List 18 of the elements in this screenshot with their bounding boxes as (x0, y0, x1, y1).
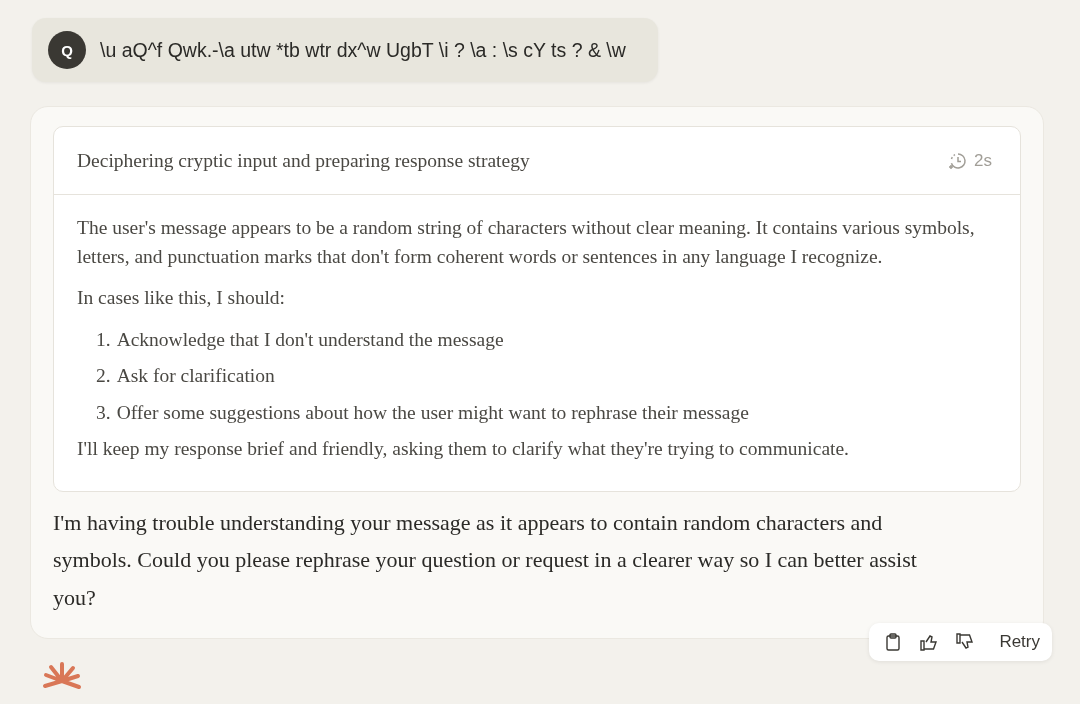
thumbs-up-icon[interactable] (919, 632, 940, 652)
list-item-text: Acknowledge that I don't understand the message (116, 327, 504, 352)
thinking-duration: 2s (974, 150, 992, 171)
thinking-paragraph: I'll keep my response brief and friendly, asking them to clarify what they're trying to communicate. (77, 437, 850, 461)
thinking-paragraph: In cases like this, I should: (77, 286, 286, 310)
user-avatar: Q (48, 31, 86, 69)
response-text: I'm having trouble understanding your message as it appears to contain random characters and symbols. Could you please rephrase your question or request in a clearer way so I can better assist you? (53, 508, 918, 612)
thinking-title[interactable]: Deciphering cryptic input and preparing response strategy (77, 149, 530, 172)
list-number: 3. (96, 400, 111, 425)
list-item-text: Offer some suggestions about how the user might want to rephrase their message (116, 400, 749, 425)
user-message-text: \u aQ^f Qwk.-\a utw *tb wtr dx^w UgbT \i ? \a : \s cY ts ? & \w (100, 38, 626, 62)
thumbs-down-icon[interactable] (955, 632, 976, 652)
thinking-paragraph: The user's message appears to be a random string of characters without clear meaning. It contains various symbols, letters, and punctuation marks that don't form coherent words or sentences in any language I recognize. (77, 216, 976, 269)
timer-icon (948, 150, 969, 171)
retry-button[interactable]: Retry (997, 632, 1042, 652)
list-item-text: Ask for clarification (116, 364, 275, 388)
list-number: 1. (96, 327, 111, 352)
list-number: 2. (96, 364, 111, 388)
